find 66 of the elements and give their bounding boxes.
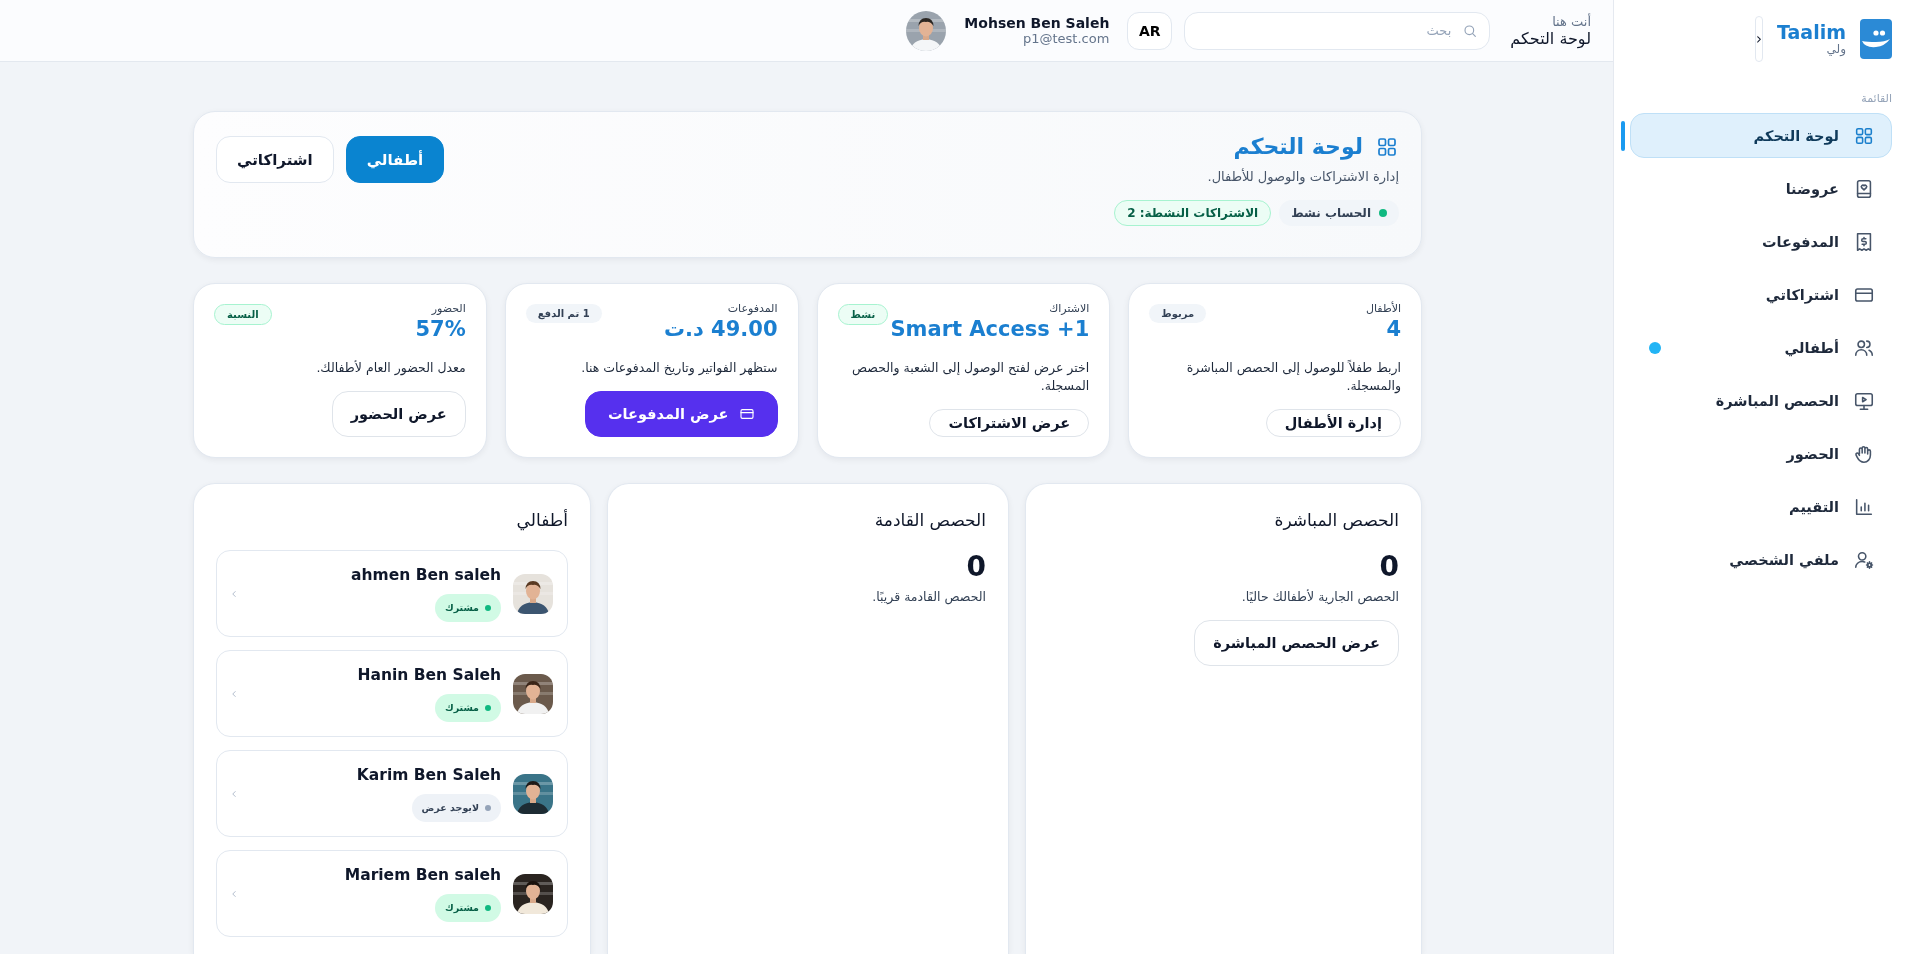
count-chip: الاشتراكات النشطة: 2 xyxy=(1114,200,1272,226)
sidebar-item[interactable]: اشتراكاتي xyxy=(1630,272,1892,317)
stat-label: الأطفال xyxy=(1366,302,1401,315)
logo-icon xyxy=(1860,28,1892,50)
breadcrumb-label: أنت هنا xyxy=(1552,13,1591,29)
child-name: Mariem Ben saleh xyxy=(344,865,501,884)
stat-value: 57% xyxy=(415,317,466,341)
sidebar-item[interactable]: ملفي الشخصي xyxy=(1630,537,1892,582)
status-badge: نشط xyxy=(837,304,889,325)
status-badge: 1 تم الدفع xyxy=(525,304,602,323)
sidebar-item[interactable]: الحضور xyxy=(1630,431,1892,476)
stat-label: الحضور xyxy=(430,302,466,315)
card-title: أطفالي xyxy=(515,510,568,530)
card-title: الحصص المباشرة xyxy=(1274,510,1399,530)
collapse-button[interactable]: ‹ xyxy=(1755,16,1763,62)
tab[interactable]: اشتراكاتي xyxy=(216,136,334,183)
chevron-icon xyxy=(229,788,239,799)
stat-description: اربط طفلاً للوصول إلى الحصص المباشرة والمسجلة. xyxy=(1185,359,1401,396)
section-label: القائمة xyxy=(1860,92,1892,105)
chevron-icon xyxy=(229,688,239,699)
action-button[interactable]: عرض الحضور xyxy=(331,391,466,437)
stat-description: معدل الحضور العام لأطفالك. xyxy=(316,359,466,378)
status-badge: النسبة xyxy=(214,304,272,325)
stat-description: اختر عرض لفتح الوصول إلى الشعبة والحصص المسجلة. xyxy=(851,359,1090,396)
action-button[interactable]: إدارة الأطفال xyxy=(1265,409,1401,437)
card-title: الحصص القادمة xyxy=(874,510,986,530)
action-button[interactable]: عرض المدفوعات xyxy=(585,391,778,437)
child-name: ahmen Ben saleh xyxy=(351,565,501,584)
sidebar-item[interactable]: عروضنا xyxy=(1630,166,1892,211)
chevron-icon xyxy=(229,888,239,899)
language-button[interactable]: AR xyxy=(1127,11,1173,50)
breadcrumb-current: لوحة التحكم xyxy=(1510,28,1591,48)
status-badge: مشترك xyxy=(434,593,501,622)
brand-name: Taalim xyxy=(1777,21,1846,43)
sidebar-item[interactable]: الحصص المباشرة xyxy=(1630,378,1892,423)
search-icon xyxy=(1462,22,1479,39)
page-subtitle: إدارة الاشتراكات والوصول للأطفال. xyxy=(1206,169,1399,184)
search-field[interactable]: بحث xyxy=(1184,11,1491,50)
status-badge: مربوط xyxy=(1149,304,1207,323)
page-title: لوحة التحكم xyxy=(1233,134,1363,159)
card-description: الحصص الجارية لأطفالك حاليًا. xyxy=(1241,589,1399,604)
user-role: ولي xyxy=(1826,42,1846,57)
sidebar-item[interactable]: المدفوعات xyxy=(1630,219,1892,264)
stat-description: ستظهر الفواتير وتاريخ المدفوعات هنا. xyxy=(581,359,778,378)
child-name: Hanin Ben Saleh xyxy=(357,665,501,684)
action-button[interactable]: عرض الاشتراكات xyxy=(929,409,1090,437)
card-description: الحصص القادمة قريبًا. xyxy=(872,589,986,604)
action-button[interactable]: عرض الحصص المباشرة xyxy=(1194,620,1399,666)
session-count: 0 xyxy=(1379,550,1399,583)
user-name: Mohsen Ben Saleh xyxy=(964,15,1110,31)
stat-label: الاشتراك xyxy=(1048,302,1090,315)
status-badge: لايوجد عرض xyxy=(411,793,501,822)
session-count: 0 xyxy=(966,550,986,583)
status-badge: مشترك xyxy=(434,693,501,722)
stat-label: المدفوعات xyxy=(726,302,778,315)
status-chip: الحساب نشط xyxy=(1279,200,1399,226)
sidebar-item[interactable]: أطفالي xyxy=(1630,325,1892,370)
child-name: Karim Ben Saleh xyxy=(356,765,501,784)
stat-value: Smart Access +1 xyxy=(890,317,1090,341)
user-email: p1@test.com xyxy=(1022,31,1110,46)
stat-value: 49.00 د.ت xyxy=(663,317,778,341)
sidebar-item[interactable]: التقييم xyxy=(1630,484,1892,529)
tab[interactable]: أطفالي xyxy=(345,136,445,183)
status-badge: مشترك xyxy=(434,893,501,922)
stat-value: 4 xyxy=(1385,317,1401,341)
chevron-icon xyxy=(229,588,239,599)
